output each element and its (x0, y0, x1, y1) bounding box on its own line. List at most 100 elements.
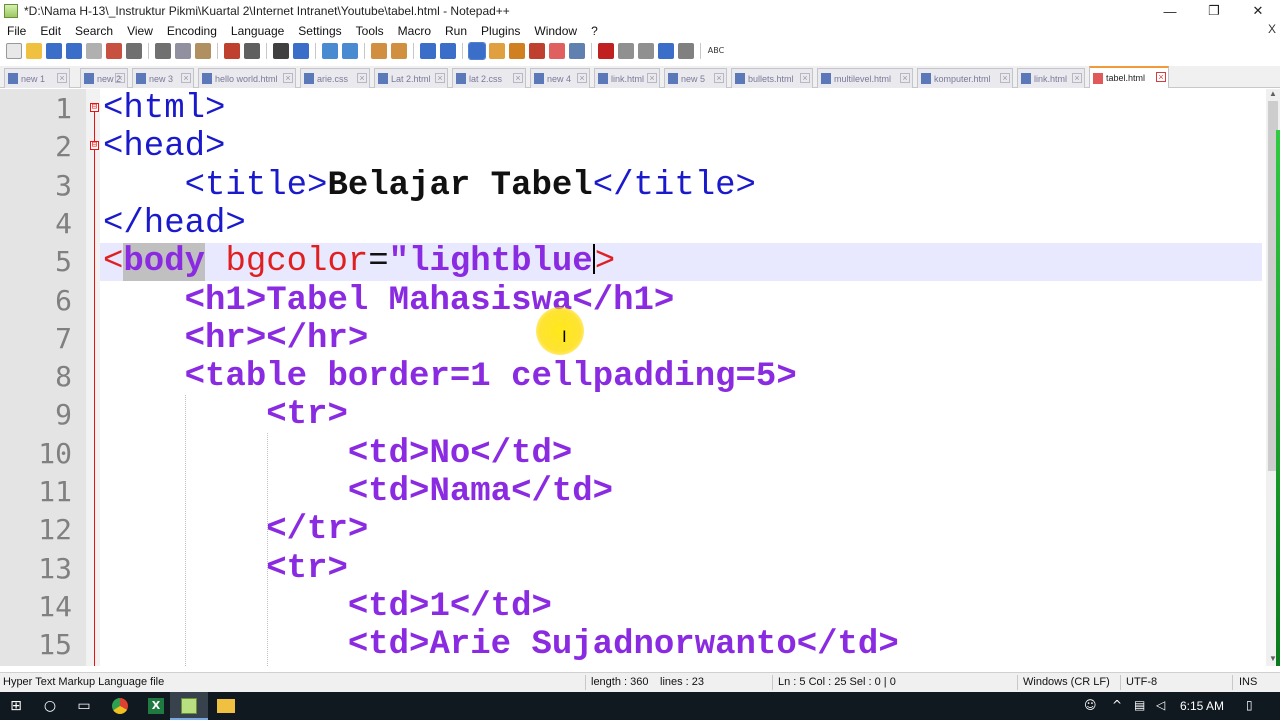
copy-icon[interactable] (175, 43, 191, 59)
close-document-button[interactable]: X (1268, 22, 1276, 36)
show-all-chars-icon[interactable] (440, 43, 456, 59)
tab-close-icon[interactable]: × (647, 73, 657, 83)
menu-tools[interactable]: Tools (349, 24, 391, 38)
replace-icon[interactable] (293, 43, 309, 59)
tab-new-4[interactable]: new 4 × (530, 68, 590, 88)
eol-format[interactable]: Windows (CR LF) (1023, 676, 1110, 688)
tab-link-html[interactable]: link.html × (594, 68, 660, 88)
zoom-out-icon[interactable] (342, 43, 358, 59)
paste-icon[interactable] (195, 43, 211, 59)
sync-horizontal-icon[interactable] (391, 43, 407, 59)
run-macro-multiple-icon[interactable] (658, 43, 674, 59)
network-icon[interactable]: ▤ (1134, 698, 1145, 712)
tab-close-icon[interactable]: × (435, 73, 445, 83)
undo-icon[interactable] (224, 43, 240, 59)
menu-window[interactable]: Window (527, 24, 584, 38)
save-icon[interactable] (46, 43, 62, 59)
tab-bullets-html[interactable]: bullets.html × (731, 68, 813, 88)
chrome-icon[interactable] (108, 694, 132, 718)
start-windows-icon[interactable]: ⊞ (4, 694, 28, 718)
people-icon[interactable]: ☺ (1084, 698, 1097, 712)
tab-close-icon[interactable]: × (714, 73, 724, 83)
insert-mode[interactable]: INS (1239, 676, 1257, 688)
stop-recording-icon[interactable] (618, 43, 634, 59)
code-line[interactable]: 12 </tr> (0, 511, 1268, 549)
menu-edit[interactable]: Edit (33, 24, 68, 38)
close-file-icon[interactable] (86, 43, 102, 59)
tab-close-icon[interactable]: × (1072, 73, 1082, 83)
code-line[interactable]: 8 <table border=1 cellpadding=5> (0, 358, 1268, 396)
notepadpp-app-icon[interactable] (4, 4, 18, 18)
folder-workspace-icon[interactable] (549, 43, 565, 59)
code-line[interactable]: 4 </head> (0, 205, 1268, 243)
tab-close-icon[interactable]: × (513, 73, 523, 83)
tab-close-icon[interactable]: × (357, 73, 367, 83)
menu-view[interactable]: View (120, 24, 160, 38)
tab-tabel-html[interactable]: tabel.html × (1089, 66, 1169, 88)
spell-check-icon[interactable]: ABC (707, 43, 725, 59)
tab-komputer-html[interactable]: komputer.html × (917, 68, 1013, 88)
tab-new-3[interactable]: new 3 × (132, 68, 194, 88)
menu-settings[interactable]: Settings (291, 24, 348, 38)
save-macro-icon[interactable] (678, 43, 694, 59)
minimize-button[interactable]: — (1148, 0, 1192, 22)
print-icon[interactable] (126, 43, 142, 59)
menu-run[interactable]: Run (438, 24, 474, 38)
file-explorer-icon[interactable] (214, 694, 238, 718)
tab-new-2[interactable]: new 2 × (80, 68, 128, 88)
close-button[interactable]: ✕ (1236, 0, 1280, 22)
code-line[interactable]: 5 <body bgcolor="lightblue> (0, 243, 1268, 282)
open-file-icon[interactable] (26, 43, 42, 59)
tab-close-icon[interactable]: × (283, 73, 293, 83)
tab-lat-2-html[interactable]: Lat 2.html × (374, 68, 448, 88)
record-macro-icon[interactable] (598, 43, 614, 59)
user-language-icon[interactable] (489, 43, 505, 59)
notification-icon[interactable]: ▯ (1246, 698, 1253, 712)
sync-vertical-icon[interactable] (371, 43, 387, 59)
close-all-icon[interactable] (106, 43, 122, 59)
tab-close-icon[interactable]: × (900, 73, 910, 83)
monitoring-icon[interactable] (569, 43, 585, 59)
tab-hello-world-html[interactable]: hello world.html × (198, 68, 296, 88)
playback-macro-icon[interactable] (638, 43, 654, 59)
function-list-icon[interactable] (529, 43, 545, 59)
save-all-icon[interactable] (66, 43, 82, 59)
excel-icon[interactable]: X (144, 694, 168, 718)
tab-close-icon[interactable]: × (181, 73, 191, 83)
find-icon[interactable] (273, 43, 289, 59)
tab-new-5[interactable]: new 5 × (664, 68, 727, 88)
new-file-icon[interactable] (6, 43, 22, 59)
code-editor[interactable]: ⊟ ⊟ 1 <html> 2 <head> 3 <title>Belajar Tabel… (0, 89, 1268, 666)
indent-guide-icon[interactable] (468, 42, 486, 60)
menu-language[interactable]: Language (224, 24, 291, 38)
scroll-up-arrow-icon[interactable]: ▲ (1266, 89, 1280, 101)
menu-encoding[interactable]: Encoding (160, 24, 224, 38)
tab-close-icon[interactable]: × (115, 73, 125, 83)
code-line[interactable]: 3 <title>Belajar Tabel</title> (0, 167, 1268, 205)
tab-close-icon[interactable]: × (577, 73, 587, 83)
code-line[interactable]: 6 <h1>Tabel Mahasiswa</h1> (0, 282, 1268, 320)
word-wrap-icon[interactable] (420, 43, 436, 59)
clock[interactable]: 6:15 AM (1180, 699, 1224, 713)
code-line[interactable]: 2 <head> (0, 128, 1268, 166)
menu-plugins[interactable]: Plugins (474, 24, 527, 38)
menu-search[interactable]: Search (68, 24, 120, 38)
redo-icon[interactable] (244, 43, 260, 59)
tab-lat-2-css[interactable]: lat 2.css × (452, 68, 526, 88)
menu-help[interactable]: ? (584, 24, 605, 38)
encoding[interactable]: UTF-8 (1126, 676, 1157, 688)
menu-file[interactable]: File (0, 24, 33, 38)
cut-icon[interactable] (155, 43, 171, 59)
tab-close-icon[interactable]: × (1156, 72, 1166, 82)
volume-icon[interactable]: ◁ (1156, 698, 1165, 712)
code-line[interactable]: 15 <td>Arie Sujadnorwanto</td> (0, 626, 1268, 664)
restore-button[interactable]: ❐ (1192, 0, 1236, 22)
code-line[interactable]: 9 <tr> (0, 396, 1268, 434)
code-line[interactable]: 11 <td>Nama</td> (0, 473, 1268, 511)
code-line[interactable]: 14 <td>1</td> (0, 588, 1268, 626)
tab-new-1[interactable]: new 1 × (4, 68, 70, 88)
document-map-icon[interactable] (509, 43, 525, 59)
show-hidden-icons-icon[interactable]: ^ (1112, 698, 1122, 712)
tab-arie-css[interactable]: arie.css × (300, 68, 370, 88)
tab-multilevel-html[interactable]: multilevel.html × (817, 68, 913, 88)
